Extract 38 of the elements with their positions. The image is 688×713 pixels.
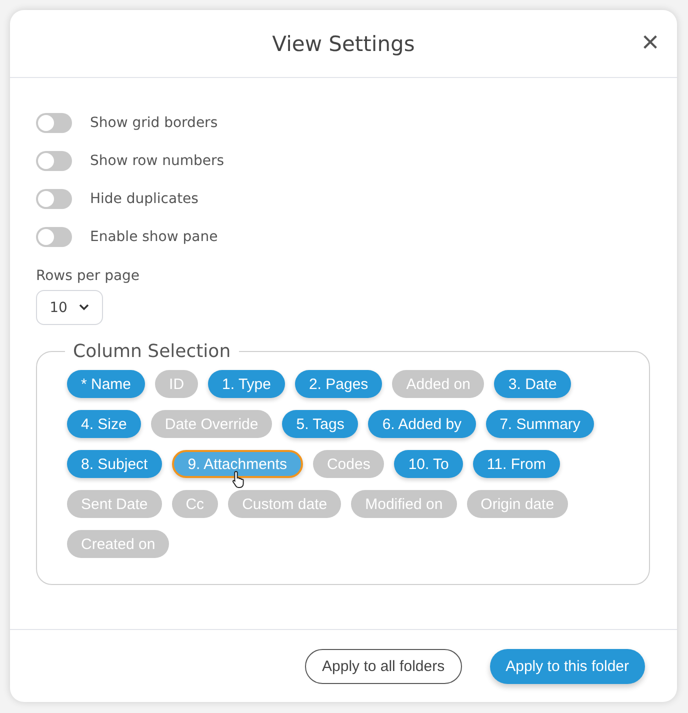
hand-cursor-icon bbox=[232, 470, 246, 488]
toggle-label: Hide duplicates bbox=[90, 191, 198, 207]
column-chip[interactable]: * Name bbox=[67, 370, 146, 398]
column-chip[interactable]: 3. Date bbox=[494, 370, 571, 398]
column-chip[interactable]: 5. Tags bbox=[282, 410, 358, 438]
toggle-switch[interactable] bbox=[36, 151, 72, 171]
apply-folder-button[interactable]: Apply to this folder bbox=[490, 648, 645, 684]
column-chip[interactable]: ID bbox=[155, 370, 198, 398]
column-chip[interactable]: Sent Date bbox=[67, 490, 162, 518]
column-chip[interactable]: Custom date bbox=[228, 490, 342, 518]
column-chip[interactable]: Date Override bbox=[150, 410, 272, 438]
column-chip[interactable]: 2. Pages bbox=[294, 370, 382, 398]
apply-all-button[interactable]: Apply to all folders bbox=[305, 648, 462, 684]
column-chip[interactable]: 8. Subject bbox=[67, 450, 162, 478]
column-chip[interactable]: 7. Summary bbox=[486, 410, 594, 438]
column-selection-title: Column Selection bbox=[72, 341, 232, 362]
column-chip[interactable]: 6. Added by bbox=[368, 410, 476, 438]
column-chip[interactable]: 1. Type bbox=[208, 370, 285, 398]
rows-per-page-label: Rows per page bbox=[36, 268, 141, 284]
column-chip[interactable]: Modified on bbox=[351, 490, 457, 518]
column-chip[interactable]: Cc bbox=[172, 490, 218, 518]
dialog-title: View Settings bbox=[272, 32, 415, 56]
toggle-switch[interactable] bbox=[36, 113, 72, 133]
rows-per-page-select[interactable]: 10 bbox=[36, 290, 103, 325]
column-chip[interactable]: 10. To bbox=[394, 450, 463, 478]
column-chip[interactable]: Created on bbox=[67, 530, 170, 558]
column-chip[interactable]: 11. From bbox=[472, 450, 560, 478]
toggle-label: Show row numbers bbox=[90, 153, 224, 169]
chevron-down-icon bbox=[79, 304, 90, 311]
column-chip[interactable]: 4. Size bbox=[67, 410, 141, 438]
column-chip[interactable]: Origin date bbox=[466, 490, 568, 518]
close-button[interactable]: × bbox=[637, 30, 663, 56]
column-chip[interactable]: Added on bbox=[392, 370, 484, 398]
toggle-switch[interactable] bbox=[36, 189, 72, 209]
toggle-label: Show grid borders bbox=[90, 115, 218, 131]
toggle-label: Enable show pane bbox=[90, 229, 218, 245]
toggle-switch[interactable] bbox=[36, 227, 72, 247]
column-chip[interactable]: Codes bbox=[312, 450, 384, 478]
